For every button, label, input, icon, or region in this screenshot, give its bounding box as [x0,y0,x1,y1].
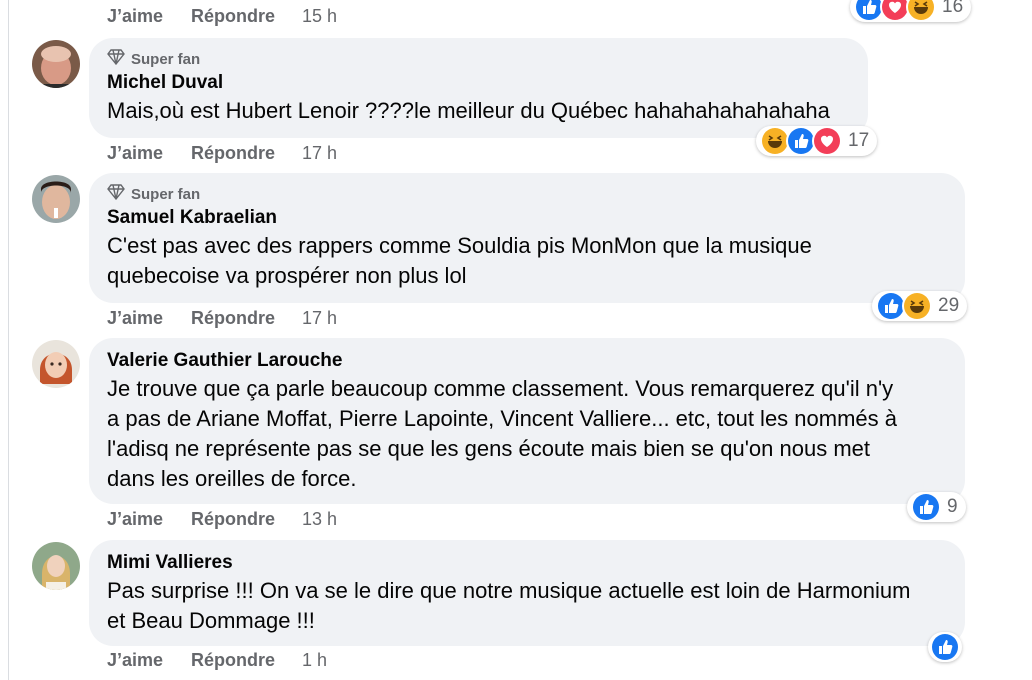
reply-link[interactable]: Répondre [191,143,302,164]
reactions-summary-3[interactable]: 9 [907,492,966,522]
avatar[interactable] [32,340,80,388]
like-icon [911,492,941,522]
comment-bubble: Mimi Vallieres Pas surprise !!! On va se… [89,540,965,646]
avatar[interactable] [32,175,80,223]
comment-text-line: et Beau Dommage !!! [107,608,315,633]
actions-row-3: J’aime Répondre 13 h [107,509,337,530]
reactions-summary-2[interactable]: 29 [872,291,968,321]
avatar[interactable] [32,40,80,88]
comment-author[interactable]: Michel Duval [107,70,850,96]
comment-text-line: dans les oreilles de force. [107,466,357,491]
reaction-count: 29 [938,295,960,316]
reactions-summary-0[interactable]: 16 [850,0,972,22]
comment-time[interactable]: 13 h [302,509,337,530]
comment-author[interactable]: Valerie Gauthier Larouche [107,348,947,374]
actions-row-2: J’aime Répondre 17 h [107,308,337,329]
comment-time[interactable]: 17 h [302,308,337,329]
comment-time[interactable]: 17 h [302,143,337,164]
thread-line [8,0,9,680]
actions-row-0: J’aime Répondre 15 h [107,6,337,27]
reaction-count: 9 [947,496,958,517]
comment-bubble: Valerie Gauthier Larouche Je trouve que … [89,338,965,504]
like-link[interactable]: J’aime [107,308,191,329]
reply-link[interactable]: Répondre [191,509,302,530]
actions-row-4: J’aime Répondre 1 h [107,650,327,671]
comment-text: Mais,où est Hubert Lenoir ????le meilleu… [107,98,830,123]
comment-text-line: quebecoise va prospérer non plus lol [107,263,467,288]
reactions-summary-4[interactable] [928,632,962,662]
superfan-badge: Super fan [107,183,947,205]
comment-bubble: Super fan Samuel Kabraelian C'est pas av… [89,173,965,303]
reply-link[interactable]: Répondre [191,6,302,27]
haha-icon [906,0,936,22]
diamond-icon [107,49,125,69]
actions-row-1: J’aime Répondre 17 h [107,143,337,164]
comment-text-line: Pas surprise !!! On va se le dire que no… [107,578,911,603]
love-icon [812,126,842,156]
comment-author[interactable]: Mimi Vallieres [107,550,947,576]
like-link[interactable]: J’aime [107,650,191,671]
comments-page: J’aime Répondre 15 h 16 Super fan Michel… [0,0,1032,680]
comment-text-line: C'est pas avec des rappers comme Souldia… [107,233,812,258]
comment-time[interactable]: 15 h [302,6,337,27]
superfan-label: Super fan [131,50,201,68]
reaction-count: 16 [942,0,964,17]
avatar[interactable] [32,542,80,590]
like-link[interactable]: J’aime [107,509,191,530]
comment-author[interactable]: Samuel Kabraelian [107,205,947,231]
like-icon [930,632,960,662]
superfan-badge: Super fan [107,48,850,70]
reply-link[interactable]: Répondre [191,308,302,329]
like-link[interactable]: J’aime [107,6,191,27]
comment-text-line: Je trouve que ça parle beaucoup comme cl… [107,376,894,401]
reactions-summary-1[interactable]: 17 [756,126,878,156]
comment-bubble: Super fan Michel Duval Mais,où est Huber… [89,38,868,138]
reply-link[interactable]: Répondre [191,650,302,671]
diamond-icon [107,184,125,204]
comment-text-line: l'adisq ne représente pas se que les gen… [107,436,870,461]
reaction-count: 17 [848,130,870,151]
haha-icon [902,291,932,321]
like-link[interactable]: J’aime [107,143,191,164]
comment-time[interactable]: 1 h [302,650,327,671]
comment-text-line: a pas de Ariane Moffat, Pierre Lapointe,… [107,406,898,431]
superfan-label: Super fan [131,185,201,203]
